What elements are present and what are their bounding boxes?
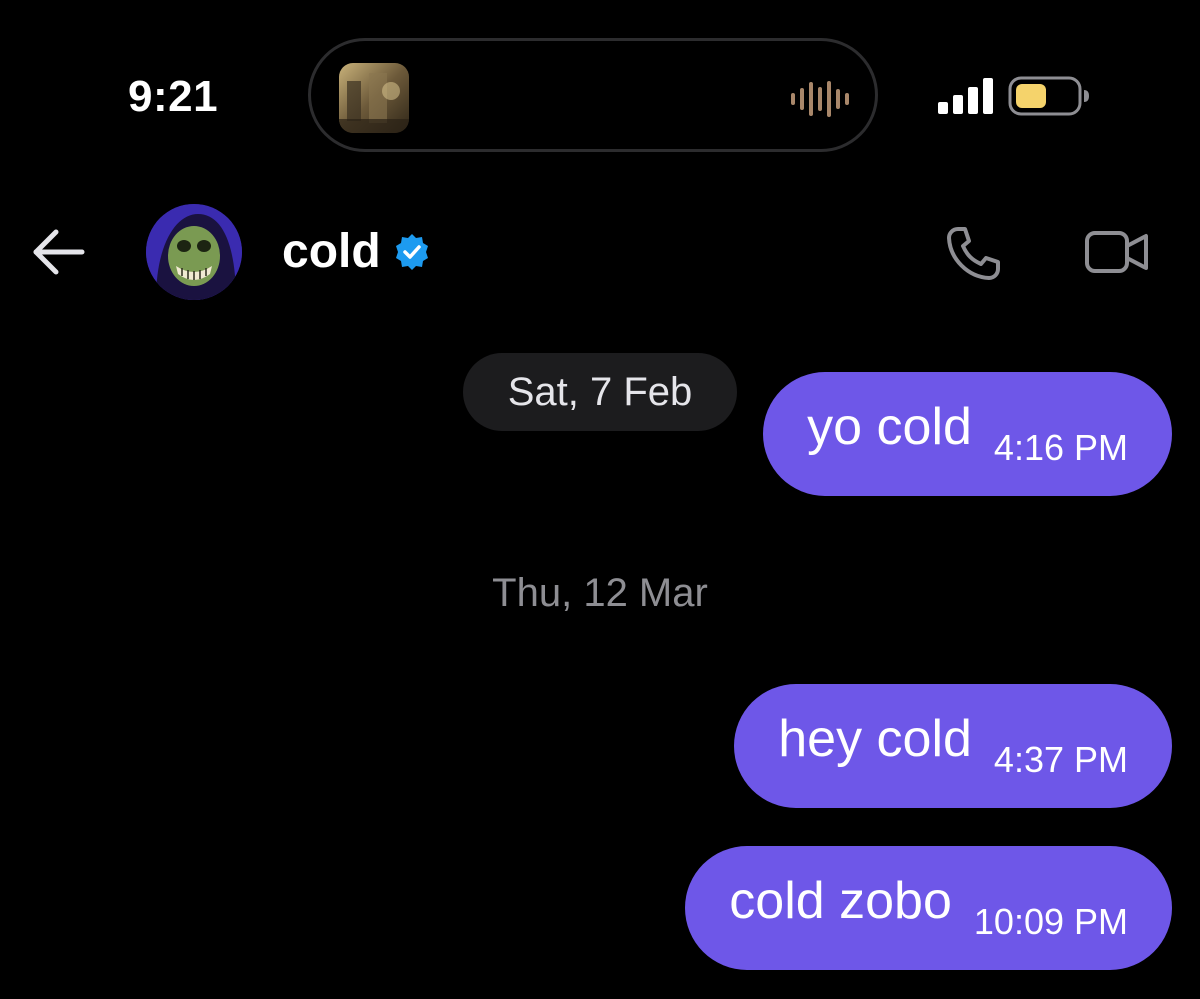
now-playing-artwork[interactable]	[339, 63, 409, 133]
status-time: 9:21	[128, 72, 219, 121]
cellular-signal-icon	[938, 78, 996, 114]
message-text: cold zobo	[729, 872, 952, 930]
date-separator: Sat, 7 Feb	[463, 353, 737, 431]
battery-icon	[1008, 76, 1092, 116]
message-timestamp: 4:16 PM	[993, 427, 1128, 468]
avatar[interactable]	[146, 204, 242, 300]
dynamic-island[interactable]	[308, 38, 878, 152]
video-camera-icon[interactable]	[1084, 228, 1150, 276]
message-bubble[interactable]: yo cold 4:16 PM	[763, 372, 1172, 496]
message-bubble[interactable]: cold zobo 10:09 PM	[685, 846, 1172, 970]
message-bubble[interactable]: hey cold 4:37 PM	[734, 684, 1172, 808]
message-text: hey cold	[778, 710, 972, 768]
waveform-icon	[789, 81, 853, 117]
date-separator: Thu, 12 Mar	[492, 571, 708, 615]
message-text: yo cold	[807, 398, 972, 456]
contact-name[interactable]: cold	[282, 222, 381, 282]
phone-icon[interactable]	[944, 224, 1002, 282]
arrow-left-icon[interactable]	[30, 224, 88, 280]
verified-badge-icon	[392, 232, 432, 272]
message-timestamp: 10:09 PM	[973, 901, 1128, 942]
message-timestamp: 4:37 PM	[993, 739, 1128, 780]
